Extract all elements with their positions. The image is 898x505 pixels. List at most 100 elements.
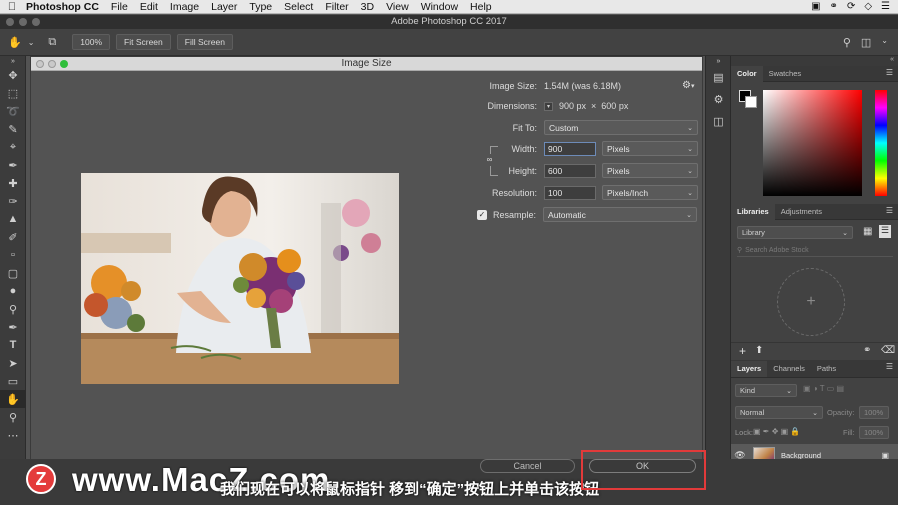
tab-color[interactable]: Color [731, 65, 763, 82]
filter-icons[interactable]: ▣ ◑ T ▭ ▤ [803, 384, 844, 393]
resolution-input[interactable]: 100 [544, 185, 596, 200]
chevron-down-icon[interactable]: ⌄ [28, 38, 35, 47]
delete-icon[interactable]: ⌫ [881, 345, 895, 356]
menu-view[interactable]: View [380, 1, 415, 13]
fit-to-select[interactable]: Custom ⌄ [544, 120, 698, 135]
list-view-icon[interactable]: ☰ [879, 225, 891, 238]
search-icon[interactable]: ⚲ [843, 36, 851, 49]
zoom-tool-icon[interactable]: ⚲ [0, 408, 26, 426]
tab-paths[interactable]: Paths [811, 361, 842, 377]
scroll-all-windows-icon[interactable]: ⧉ [48, 36, 56, 49]
resolution-unit-select[interactable]: Pixels/Inch ⌄ [602, 185, 698, 200]
gradient-tool-icon[interactable]: ▢ [0, 264, 26, 282]
library-drop-area[interactable]: + [777, 268, 845, 336]
dimensions-unit-dropdown[interactable]: ▾ [544, 101, 553, 111]
crop-tool-icon[interactable]: ⌖ [0, 138, 26, 156]
menu-app-name[interactable]: Photoshop CC [24, 1, 105, 13]
hand-tool-icon[interactable]: ✋ [0, 390, 26, 408]
panel-menu-icon[interactable]: ☰ [886, 362, 893, 371]
pen-tool-icon[interactable]: ✒ [0, 318, 26, 336]
menu-filter[interactable]: Filter [319, 1, 354, 13]
creative-cloud-icon[interactable]: ⚭ [830, 1, 838, 12]
panel-menu-icon[interactable]: ☰ [886, 206, 893, 215]
collapse-icon[interactable]: » [0, 56, 26, 66]
collapse-icon[interactable]: « [731, 56, 898, 66]
fill-screen-button[interactable]: Fill Screen [176, 34, 233, 50]
cancel-button[interactable]: Cancel [480, 459, 575, 473]
menu-type[interactable]: Type [243, 1, 278, 13]
tab-swatches[interactable]: Swatches [763, 66, 808, 82]
sync-icon[interactable]: ⟳ [847, 1, 855, 12]
panel-menu-icon[interactable]: ☰ [886, 68, 893, 77]
move-tool-icon[interactable]: ✥ [0, 66, 26, 84]
settings-gear-icon[interactable]: ⚙▾ [682, 80, 694, 91]
close-icon[interactable] [36, 60, 44, 68]
add-icon[interactable]: + [739, 344, 746, 358]
hand-tool-icon[interactable]: ✋ [8, 36, 22, 49]
history-panel-icon[interactable]: ▤ [706, 66, 731, 88]
fit-screen-button[interactable]: Fit Screen [116, 34, 171, 50]
healing-brush-tool-icon[interactable]: ✚ [0, 174, 26, 192]
upload-icon[interactable]: ⬆ [755, 345, 763, 356]
menu-edit[interactable]: Edit [134, 1, 164, 13]
menu-select[interactable]: Select [278, 1, 319, 13]
quick-select-tool-icon[interactable]: ✎ [0, 120, 26, 138]
resample-checkbox[interactable]: ✓ [477, 209, 487, 220]
menu-help[interactable]: Help [464, 1, 498, 13]
dodge-tool-icon[interactable]: ⚲ [0, 300, 26, 318]
layer-filter-select[interactable]: Kind ⌄ [735, 384, 797, 397]
tab-channels[interactable]: Channels [767, 361, 811, 377]
width-input[interactable]: 900 [544, 141, 596, 156]
apple-icon[interactable]:  [0, 1, 24, 13]
collapse-icon[interactable]: » [706, 56, 731, 66]
library-select[interactable]: Library ⌄ [737, 226, 853, 239]
zoom-100-button[interactable]: 100% [72, 34, 111, 50]
width-value: 900 [548, 143, 563, 154]
bg-color-swatch[interactable] [745, 96, 757, 108]
zoom-icon[interactable] [60, 60, 68, 68]
hue-slider[interactable] [875, 90, 887, 196]
eyedropper-tool-icon[interactable]: ✒ [0, 156, 26, 174]
blur-tool-icon[interactable]: ● [0, 282, 26, 300]
path-select-tool-icon[interactable]: ➤ [0, 354, 26, 372]
height-input[interactable]: 600 [544, 163, 596, 178]
chevron-down-icon[interactable]: ⌄ [881, 36, 888, 49]
stock-search-input[interactable]: ⚲ Search Adobe Stock [737, 244, 893, 257]
brush-tool-icon[interactable]: ✑ [0, 192, 26, 210]
menu-window[interactable]: Window [415, 1, 464, 13]
creative-cloud-icon[interactable]: ⚭ [863, 345, 871, 356]
eraser-tool-icon[interactable]: ▫ [0, 246, 26, 264]
menu-file[interactable]: File [105, 1, 134, 13]
clone-stamp-tool-icon[interactable]: ▲ [0, 210, 26, 228]
rectangle-tool-icon[interactable]: ▭ [0, 372, 26, 390]
marquee-tool-icon[interactable]: ⬚ [0, 84, 26, 102]
lock-icons[interactable]: ▣ ✒ ✥ ▣ 🔒 [753, 427, 800, 436]
window-controls[interactable] [6, 18, 40, 26]
workspace-icon[interactable]: ◫ [861, 36, 871, 49]
more-tools-icon[interactable]: ⋯ [0, 426, 26, 444]
width-unit-select[interactable]: Pixels ⌄ [602, 141, 698, 156]
tab-adjustments[interactable]: Adjustments [775, 204, 828, 220]
tab-libraries[interactable]: Libraries [731, 203, 775, 220]
height-unit-select[interactable]: Pixels ⌄ [602, 163, 698, 178]
menu-layer[interactable]: Layer [205, 1, 243, 13]
fill-input[interactable]: 100% [859, 426, 889, 439]
properties-panel-icon[interactable]: ⚙ [706, 88, 731, 110]
grid-view-icon[interactable]: ▦ [863, 226, 872, 237]
color-field[interactable] [763, 90, 862, 196]
tab-layers[interactable]: Layers [731, 360, 768, 377]
blend-mode-select[interactable]: Normal ⌄ [735, 406, 823, 419]
brush-settings-icon[interactable]: ◫ [706, 110, 731, 132]
opacity-input[interactable]: 100% [859, 406, 889, 419]
lasso-tool-icon[interactable]: ➰ [0, 102, 26, 120]
resolution-label: Resolution: [491, 187, 537, 198]
history-brush-tool-icon[interactable]: ✐ [0, 228, 26, 246]
type-tool-icon[interactable]: T [0, 336, 26, 354]
image-preview[interactable] [81, 173, 399, 384]
menu-image[interactable]: Image [164, 1, 205, 13]
display-icon[interactable]: ▣ [811, 1, 820, 12]
list-icon[interactable]: ☰ [881, 1, 890, 12]
wifi-icon[interactable]: ◇ [864, 1, 872, 12]
menu-3d[interactable]: 3D [355, 1, 380, 13]
resample-select[interactable]: Automatic ⌄ [543, 207, 698, 222]
